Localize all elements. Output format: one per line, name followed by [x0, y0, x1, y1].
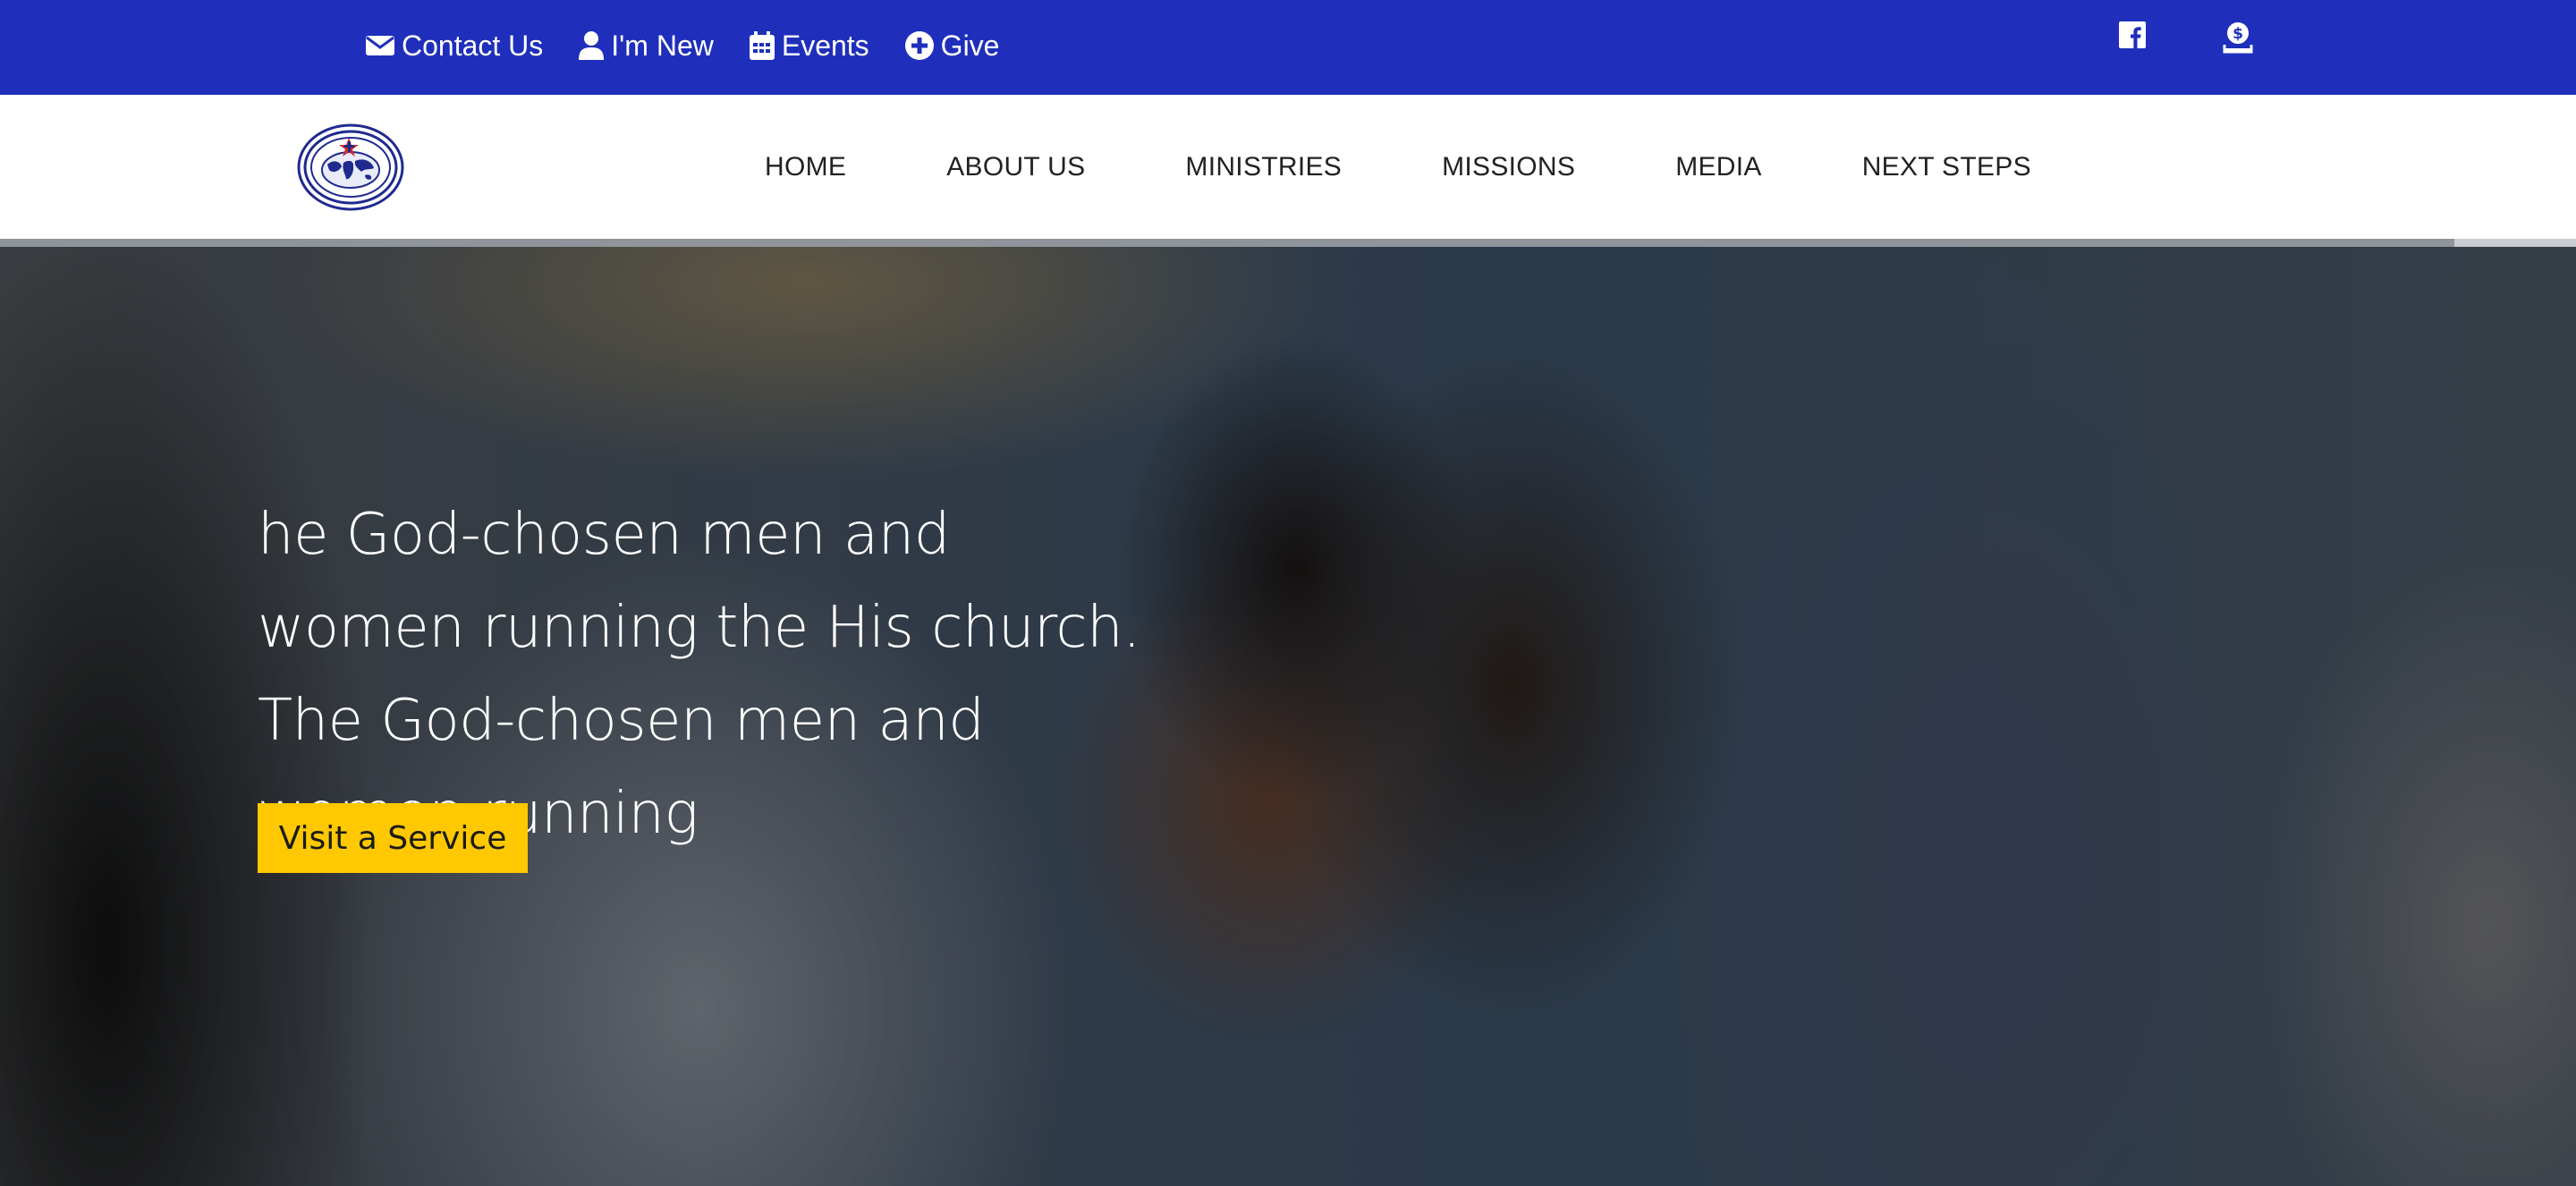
plus-circle-icon	[904, 31, 934, 60]
facebook-icon[interactable]	[2119, 21, 2146, 53]
utility-links: Contact Us I'm New Events Give	[366, 25, 1035, 66]
top-utility-bar: Contact Us I'm New Events Give $	[0, 0, 2576, 95]
give-label: Give	[940, 29, 1000, 62]
calendar-icon	[749, 31, 775, 60]
events-link[interactable]: Events	[749, 29, 869, 63]
nav-media[interactable]: MEDIA	[1675, 152, 1762, 182]
main-menu: HOME ABOUT US MINISTRIES MISSIONS MEDIA …	[765, 95, 2031, 239]
visit-a-service-button[interactable]: Visit a Service	[258, 803, 528, 873]
give-link[interactable]: Give	[904, 29, 1000, 63]
im-new-link[interactable]: I'm New	[579, 30, 714, 63]
envelope-icon	[366, 34, 394, 57]
donate-icon[interactable]: $	[2223, 21, 2253, 58]
hero-divider	[0, 239, 2454, 247]
user-icon	[579, 31, 605, 60]
main-navbar: HOME ABOUT US MINISTRIES MISSIONS MEDIA …	[0, 95, 2576, 239]
svg-text:$: $	[2233, 25, 2243, 43]
nav-missions[interactable]: MISSIONS	[1442, 152, 1575, 182]
hero-divider-end	[2454, 239, 2576, 247]
im-new-label: I'm New	[611, 29, 714, 62]
hero-section: he God-chosen men and women running the …	[0, 247, 2576, 1186]
contact-us-link[interactable]: Contact Us	[366, 30, 543, 63]
nav-about-us[interactable]: ABOUT US	[946, 152, 1085, 182]
nav-next-steps[interactable]: NEXT STEPS	[1862, 152, 2031, 182]
nav-home[interactable]: HOME	[765, 152, 846, 182]
church-logo[interactable]	[297, 123, 404, 211]
nav-ministries[interactable]: MINISTRIES	[1185, 152, 1342, 182]
events-label: Events	[781, 29, 869, 62]
contact-us-label: Contact Us	[402, 29, 544, 62]
